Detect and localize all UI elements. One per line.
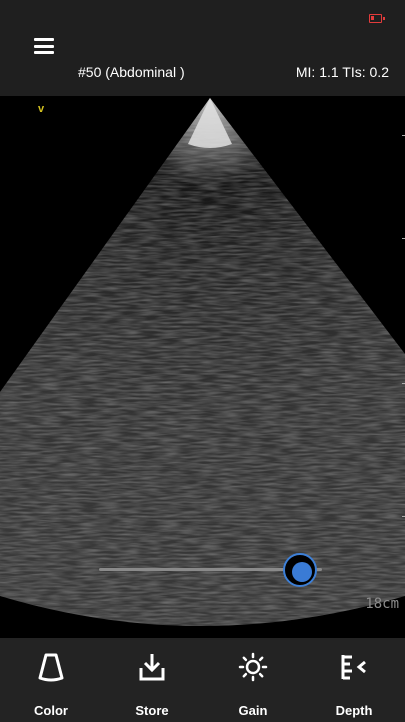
gain-label: Gain	[238, 703, 268, 718]
store-label: Store	[135, 703, 169, 718]
color-label: Color	[34, 703, 68, 718]
store-icon	[139, 654, 165, 681]
mi-tis-readout: MI: 1.1 TIs: 0.2	[295, 64, 389, 80]
ultrasound-image[interactable]	[0, 96, 405, 638]
bottom-toolbar: Color Store Gain Depth	[0, 638, 405, 722]
depth-icon	[341, 655, 366, 680]
depth-scale-label: 18cm	[365, 596, 399, 612]
ultrasound-sector	[0, 98, 405, 626]
color-icon	[38, 653, 64, 682]
depth-label: Depth	[335, 703, 373, 718]
gain-slider-thumb[interactable]	[283, 553, 317, 587]
battery-low-icon	[369, 14, 385, 23]
depth-button[interactable]: Depth	[309, 638, 399, 722]
top-bar: #50 (Abdominal ) MI: 1.1 TIs: 0.2	[0, 0, 405, 96]
menu-icon[interactable]	[34, 38, 54, 54]
slider-thumb-dot	[292, 562, 312, 582]
color-button[interactable]: Color	[6, 638, 96, 722]
gain-button[interactable]: Gain	[208, 638, 298, 722]
gain-icon	[238, 652, 268, 682]
orientation-marker: v	[38, 103, 45, 115]
exam-preset-label: #50 (Abdominal )	[78, 64, 185, 80]
store-button[interactable]: Store	[107, 638, 197, 722]
